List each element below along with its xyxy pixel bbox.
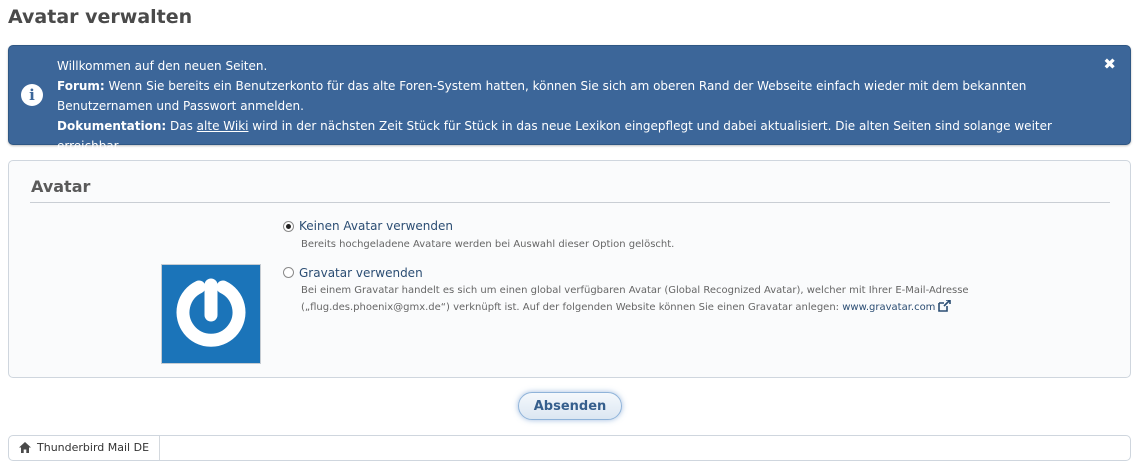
submit-button[interactable]: Absenden	[518, 392, 622, 420]
notice-forum: Forum: Wenn Sie bereits ein Benutzerkont…	[57, 76, 1102, 116]
option-gravatar-label[interactable]: Gravatar verwenden	[299, 266, 423, 280]
option-no-avatar-description: Bereits hochgeladene Avatare werden bei …	[301, 239, 675, 250]
external-link-icon	[938, 299, 952, 318]
avatar-section: Avatar Keinen Avatar verwenden Bereits h…	[8, 160, 1131, 378]
option-no-avatar-label[interactable]: Keinen Avatar verwenden	[299, 219, 453, 233]
gravatar-description-line2: („flug.des.phoenix@gmx.de“) verknüpft is…	[301, 299, 1101, 318]
info-notice: i ✖ Willkommen auf den neuen Seiten. For…	[8, 45, 1131, 153]
notice-forum-label: Forum:	[57, 79, 105, 93]
breadcrumb-label: Thunderbird Mail DE	[37, 441, 150, 454]
notice-text: Willkommen auf den neuen Seiten. Forum: …	[57, 56, 1102, 156]
notice-doc: Dokumentation: Das alte Wiki wird in der…	[57, 116, 1102, 156]
option-gravatar-description: Bei einem Gravatar handelt es sich um ei…	[301, 282, 1101, 318]
old-wiki-link[interactable]: alte Wiki	[197, 119, 249, 133]
breadcrumb: Thunderbird Mail DE	[8, 435, 1131, 461]
breadcrumb-item-home[interactable]: Thunderbird Mail DE	[9, 436, 161, 462]
section-divider	[30, 202, 1110, 203]
gravatar-description-line1: Bei einem Gravatar handelt es sich um ei…	[301, 285, 969, 296]
section-title: Avatar	[31, 177, 91, 196]
radio-no-avatar[interactable]	[283, 221, 294, 232]
home-icon	[19, 438, 31, 462]
notice-doc-text-before: Das	[166, 119, 197, 133]
radio-gravatar[interactable]	[283, 267, 294, 278]
page-title: Avatar verwalten	[8, 6, 193, 28]
gravatar-description-text: („flug.des.phoenix@gmx.de“) verknüpft is…	[301, 302, 843, 313]
notice-heading: Willkommen auf den neuen Seiten.	[57, 59, 268, 73]
info-icon: i	[21, 84, 43, 106]
gravatar-image	[161, 264, 261, 364]
close-icon[interactable]: ✖	[1103, 56, 1116, 72]
notice-doc-label: Dokumentation:	[57, 119, 167, 133]
gravatar-link[interactable]: www.gravatar.com	[842, 302, 935, 313]
gravatar-logo-icon	[176, 278, 246, 347]
notice-forum-text: Wenn Sie bereits ein Benutzerkonto für d…	[57, 79, 1027, 113]
